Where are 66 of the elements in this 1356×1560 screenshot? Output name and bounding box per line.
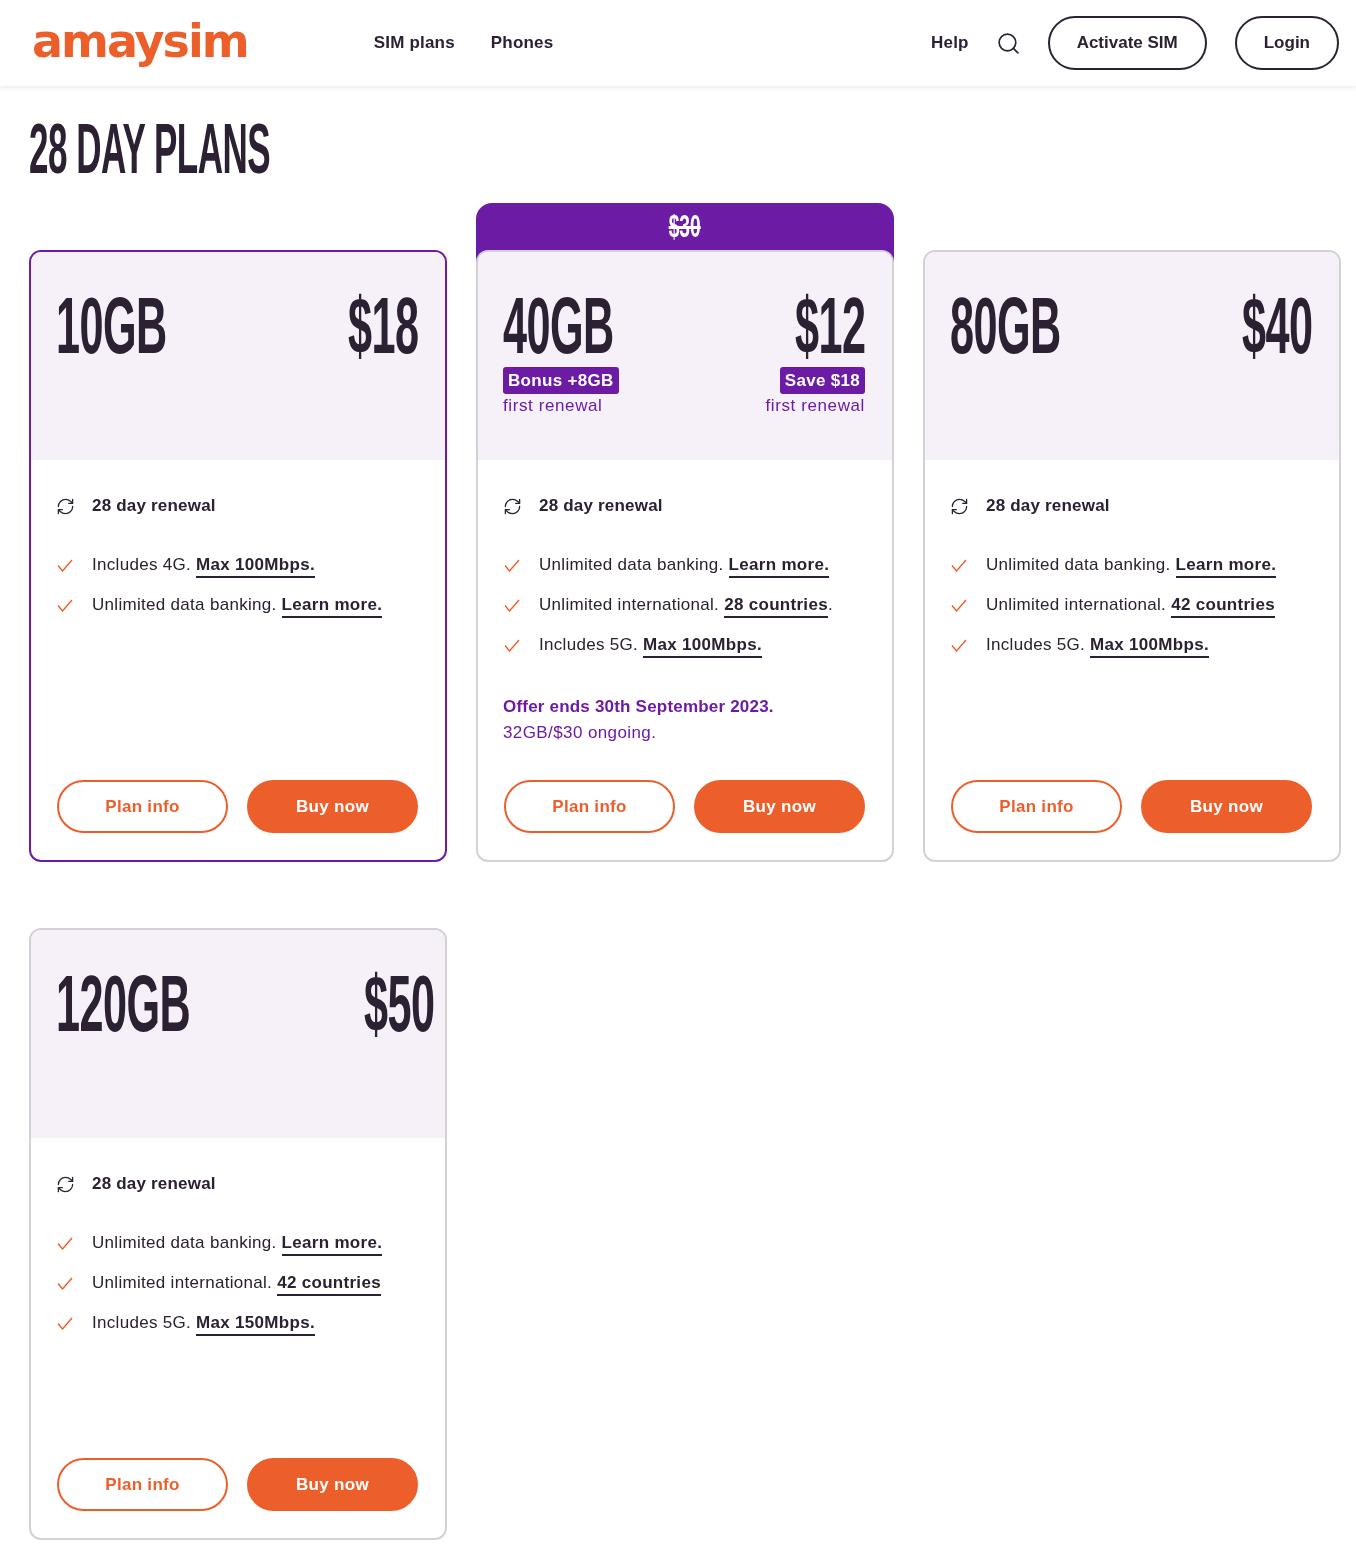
check-icon xyxy=(951,598,967,612)
refresh-icon xyxy=(56,496,75,516)
feature-text: Unlimited international. 28 countries. xyxy=(539,592,833,618)
feature-link[interactable]: Max 100Mbps. xyxy=(643,635,762,658)
feature-text: Includes 5G. Max 100Mbps. xyxy=(986,632,1209,658)
refresh-icon xyxy=(503,496,522,516)
feature-text: Includes 5G. Max 150Mbps. xyxy=(92,1310,315,1336)
renewal-period: 28 day renewal xyxy=(539,495,663,517)
check-icon xyxy=(57,1316,73,1330)
check-icon xyxy=(57,598,73,612)
feature-text: Unlimited data banking. Learn more. xyxy=(92,1230,383,1256)
feature-text: Unlimited data banking. Learn more. xyxy=(986,552,1277,578)
plan-card[interactable]: 120GB $50 28 day renewal Unlimited data banking. Learn more. Unlimited international. 42 countries Includes 5G. Max 150Mbps. Plan info Buy now xyxy=(29,928,447,1540)
feature-link[interactable]: Max 150Mbps. xyxy=(196,1313,315,1336)
plan-card[interactable]: 80GB $40 28 day renewal Unlimited data banking. Learn more. Unlimited international. 42 countries Includes 5G. Max 100Mbps. Plan info Buy now xyxy=(923,250,1341,862)
feature-text: Unlimited data banking. Learn more. xyxy=(92,592,383,618)
feature-text: Includes 4G. Max 100Mbps. xyxy=(92,552,315,578)
renewal-note: first renewal xyxy=(765,395,865,417)
refresh-icon xyxy=(950,496,969,516)
renewal-note: first renewal xyxy=(503,395,603,417)
login-button[interactable]: Login xyxy=(1234,16,1339,70)
data-amount: 40GB xyxy=(503,286,614,366)
check-icon xyxy=(57,1276,73,1290)
data-amount: 80GB xyxy=(950,286,1061,366)
plan-card[interactable] xyxy=(476,250,894,862)
feature-text: Unlimited international. 42 countries xyxy=(92,1270,381,1296)
check-icon xyxy=(504,598,520,612)
bonus-badge: Bonus +8GB xyxy=(503,367,619,394)
check-icon xyxy=(951,558,967,572)
search-icon[interactable] xyxy=(995,30,1021,56)
data-amount: 10GB xyxy=(56,286,167,366)
nav-link[interactable]: SIM plans xyxy=(373,33,455,53)
savings-badge: Save $18 xyxy=(779,367,865,394)
nav-link[interactable]: Phones xyxy=(490,33,554,53)
check-icon xyxy=(57,558,73,572)
activate-sim-button[interactable]: Activate SIM xyxy=(1047,16,1207,70)
feature-text: Unlimited data banking. Learn more. xyxy=(539,552,830,578)
feature-link[interactable]: 28 countries xyxy=(724,595,828,618)
help-link[interactable]: Help xyxy=(931,33,969,53)
feature-link[interactable]: 42 countries xyxy=(1171,595,1275,618)
feature-link[interactable]: Max 100Mbps. xyxy=(1090,635,1209,658)
check-icon xyxy=(504,638,520,652)
plan-price: $18 xyxy=(347,286,418,366)
offer-note: 32GB/$30 ongoing. xyxy=(503,722,658,744)
offer-deadline: Offer ends 30th September 2023. xyxy=(503,696,775,718)
renewal-period: 28 day renewal xyxy=(92,495,216,517)
renewal-period: 28 day renewal xyxy=(92,1173,216,1195)
plan-price: $40 xyxy=(1241,286,1312,366)
data-amount: 120GB xyxy=(56,964,191,1044)
feature-link[interactable]: Learn more. xyxy=(728,555,830,578)
check-icon xyxy=(951,638,967,652)
feature-link[interactable]: 42 countries xyxy=(277,1273,381,1296)
feature-text: Includes 5G. Max 100Mbps. xyxy=(539,632,762,658)
plan-price: $50 xyxy=(364,964,435,1044)
feature-link[interactable]: Learn more. xyxy=(281,1233,383,1256)
check-icon xyxy=(57,1236,73,1250)
check-icon xyxy=(504,558,520,572)
renewal-period: 28 day renewal xyxy=(986,495,1110,517)
feature-link[interactable]: Max 100Mbps. xyxy=(196,555,315,578)
plan-card[interactable]: 10GB $18 28 day renewal Includes 4G. Max 100Mbps. Unlimited data banking. Learn more. Plan info Buy now xyxy=(29,250,447,862)
feature-link[interactable]: Learn more. xyxy=(281,595,383,618)
feature-text: Unlimited international. 42 countries xyxy=(986,592,1275,618)
refresh-icon xyxy=(56,1174,75,1194)
page-title: 28 DAY PLANS xyxy=(29,114,271,184)
plan-price: $12 xyxy=(794,286,865,366)
feature-link[interactable]: Learn more. xyxy=(1175,555,1277,578)
